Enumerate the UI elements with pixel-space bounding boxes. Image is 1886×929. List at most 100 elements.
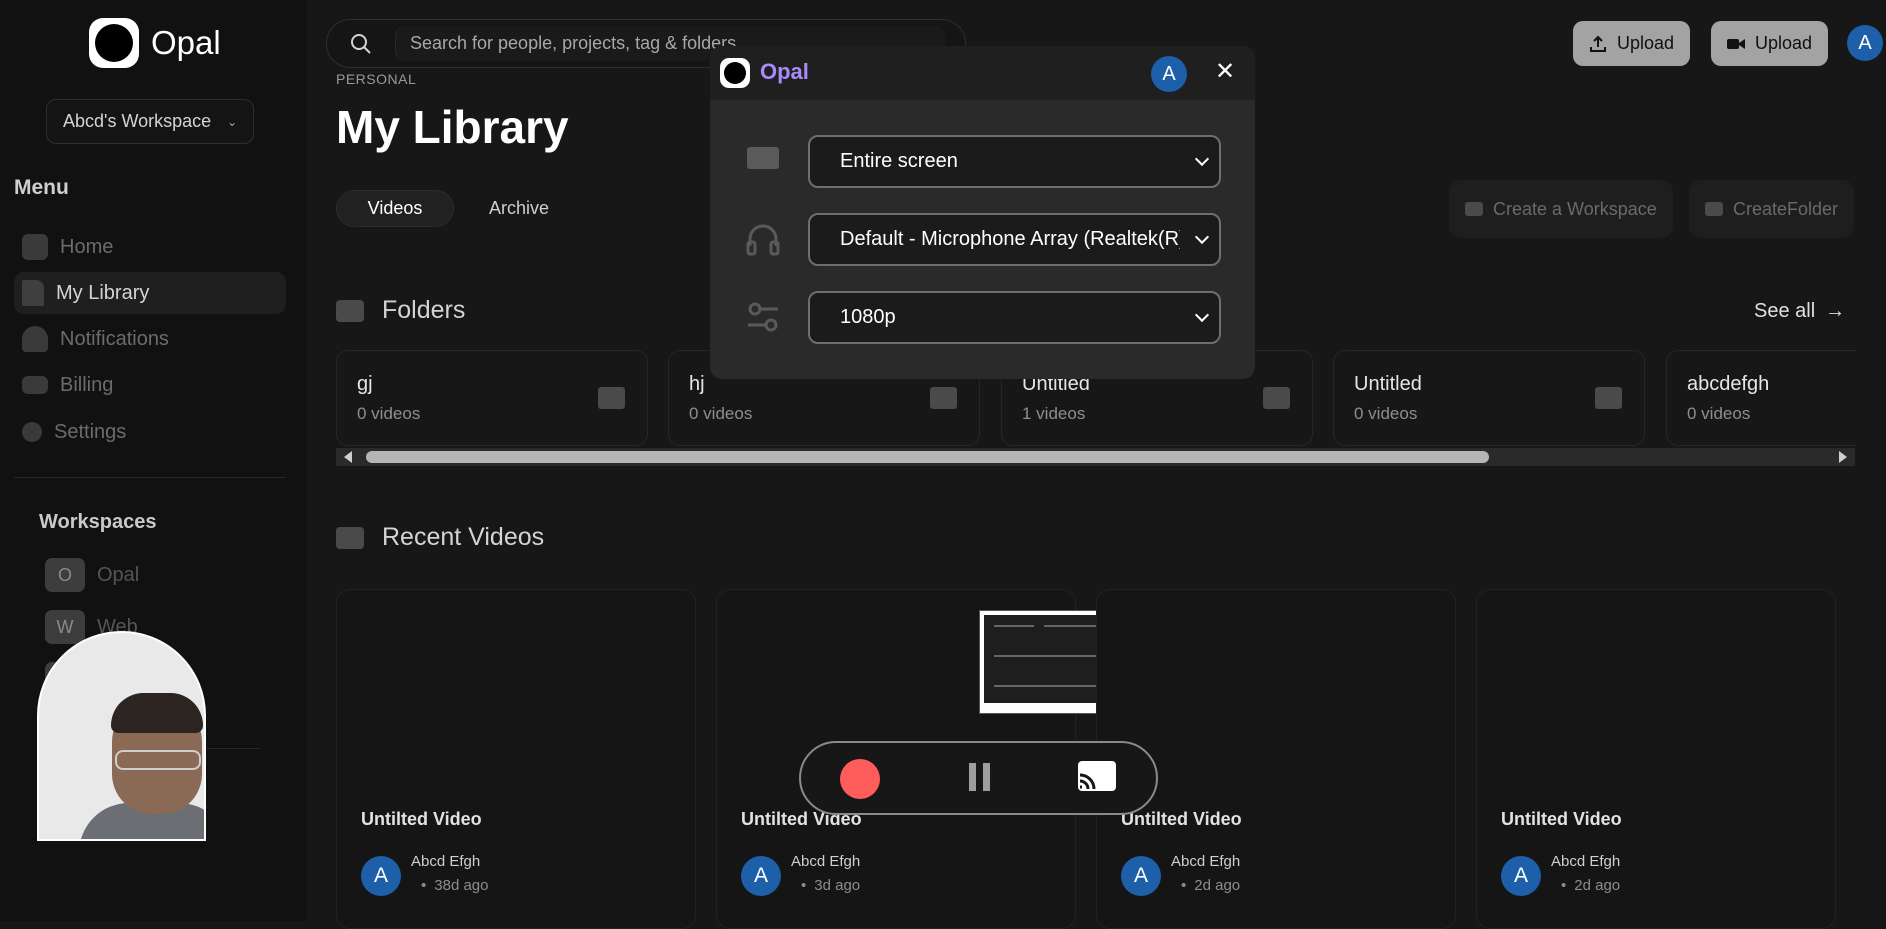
sidebar-item-settings[interactable]: Settings (14, 411, 286, 453)
see-all-label: See all (1754, 300, 1816, 322)
chevron-down-icon (1194, 229, 1210, 245)
pause-icon-bar (983, 763, 990, 791)
folder-card[interactable]: abcdefgh 0 videos (1666, 350, 1856, 446)
folder-count: 0 videos (689, 404, 753, 423)
folder-icon (1263, 387, 1290, 409)
scroll-left-icon[interactable] (344, 451, 352, 463)
folder-plus-icon (1465, 202, 1483, 216)
folder-icon (1595, 387, 1622, 409)
folder-icon (930, 387, 957, 409)
resolution-value: 1080p (840, 306, 896, 328)
folder-count: 0 videos (357, 404, 421, 423)
recent-videos-header: Recent Videos (336, 523, 544, 552)
folder-name: gj (357, 373, 373, 395)
scroll-thumb[interactable] (366, 451, 1489, 463)
dialog-header[interactable]: Opal A ✕ (710, 46, 1255, 100)
page-title: My Library (336, 101, 569, 153)
create-workspace-button[interactable]: Create a Workspace (1449, 180, 1673, 238)
video-time: 2d ago (1181, 877, 1240, 894)
page-kicker: PERSONAL (336, 71, 417, 87)
opal-logo-icon (720, 58, 750, 88)
folder-count: 0 videos (1354, 404, 1418, 423)
webcam-preview[interactable] (37, 631, 206, 841)
opal-logo-icon (89, 18, 139, 68)
workspace-select-label: Abcd's Workspace (63, 111, 212, 131)
video-author: Abcd Efgh (1551, 853, 1621, 870)
folder-icon (598, 387, 625, 409)
record-button[interactable] (840, 759, 880, 799)
folders-header: Folders (336, 296, 465, 325)
workspace-select[interactable]: Abcd's Workspace ⌄ (46, 99, 254, 144)
video-time: 3d ago (801, 877, 860, 894)
sidebar-item-my-library[interactable]: My Library (14, 272, 286, 314)
close-icon[interactable]: ✕ (1210, 56, 1240, 86)
sidebar-item-notifications[interactable]: Notifications (14, 318, 286, 360)
tab-videos[interactable]: Videos (336, 190, 454, 227)
video-card[interactable]: Untilted Video A Abcd Efgh 2d ago (1476, 589, 1836, 929)
upload-button[interactable]: Upload (1573, 21, 1691, 66)
workspace-badge: W (45, 610, 85, 644)
folder-icon (1705, 202, 1723, 216)
workspace-item-opal[interactable]: O Opal (45, 558, 139, 592)
search-icon (351, 34, 371, 54)
workspaces-title: Workspaces (39, 511, 157, 533)
sidebar: Opal Abcd's Workspace ⌄ Menu Home My Lib… (0, 0, 306, 921)
folder-name: abcdefgh (1687, 373, 1770, 395)
microphone-value: Default - Microphone Array (Realtek(R) (840, 228, 1180, 250)
menu-title: Menu (14, 176, 69, 199)
microphone-select[interactable]: Default - Microphone Array (Realtek(R) (808, 213, 1221, 266)
folder-card[interactable]: Untitled 0 videos (1333, 350, 1645, 446)
workspace-label: Opal (97, 563, 140, 586)
sidebar-item-billing[interactable]: Billing (14, 364, 286, 406)
workspace-badge: O (45, 558, 85, 592)
sidebar-item-label: Notifications (60, 327, 169, 350)
folders-scrollbar[interactable] (336, 448, 1855, 466)
folders-title: Folders (382, 296, 466, 324)
sidebar-item-label: Home (60, 235, 114, 258)
folder-count: 1 videos (1022, 404, 1086, 423)
resolution-select[interactable]: 1080p (808, 291, 1221, 344)
video-title: Untilted Video (1121, 809, 1242, 829)
credit-card-icon (22, 376, 48, 394)
upload-icon (1590, 35, 1606, 52)
bell-icon (22, 326, 48, 352)
sidebar-item-home[interactable]: Home (14, 226, 286, 268)
screen-source-value: Entire screen (840, 150, 958, 172)
chevron-down-icon (1194, 151, 1210, 167)
recorder-dialog: Opal A ✕ Entire screen Default - Microph… (710, 46, 1255, 379)
headphones-icon (746, 224, 780, 256)
chevron-down-icon (1194, 307, 1210, 323)
create-folder-button[interactable]: CreateFolder (1689, 180, 1855, 238)
user-avatar[interactable]: A (1847, 25, 1883, 61)
document-icon (22, 280, 44, 306)
scroll-right-icon[interactable] (1839, 451, 1847, 463)
sidebar-divider (200, 748, 260, 749)
video-author: Abcd Efgh (791, 853, 861, 870)
app-logo[interactable]: Opal (89, 18, 221, 68)
record-upload-button[interactable]: Upload (1711, 21, 1829, 66)
monitor-icon (747, 147, 779, 169)
sidebar-divider (14, 477, 286, 478)
folder-count: 0 videos (1687, 404, 1751, 423)
sidebar-item-label: My Library (56, 281, 150, 304)
see-all-link[interactable]: See all → (1754, 300, 1845, 323)
screen-source-select[interactable]: Entire screen (808, 135, 1221, 188)
recent-videos-title: Recent Videos (382, 523, 545, 551)
pause-button[interactable] (969, 763, 991, 791)
folder-name: Untitled (1354, 373, 1422, 395)
avatar[interactable]: A (1151, 56, 1187, 92)
recording-controls (799, 741, 1158, 815)
video-time: 2d ago (1561, 877, 1620, 894)
webcam-person-hair (111, 693, 203, 733)
avatar: A (1501, 856, 1541, 896)
gear-icon (22, 422, 42, 442)
chevron-down-icon: ⌄ (227, 114, 238, 129)
tab-archive[interactable]: Archive (464, 190, 574, 227)
video-title: Untilted Video (1501, 809, 1622, 829)
folder-card[interactable]: gj 0 videos (336, 350, 648, 446)
avatar: A (1121, 856, 1161, 896)
create-workspace-label: Create a Workspace (1493, 198, 1657, 219)
video-card[interactable]: Untilted Video A Abcd Efgh 38d ago (336, 589, 696, 929)
cast-icon[interactable] (1078, 761, 1116, 791)
settings-sliders-icon (748, 302, 778, 332)
